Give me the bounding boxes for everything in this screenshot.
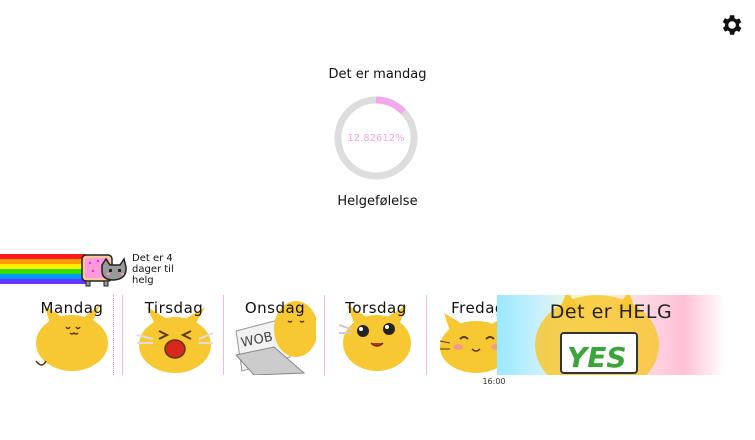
day-label: Mandag bbox=[40, 299, 104, 317]
weekend-tile[interactable]: YES Det er HELG bbox=[497, 295, 725, 375]
gear-icon[interactable] bbox=[718, 12, 744, 38]
day-label: Onsdag bbox=[244, 299, 306, 317]
day-divider bbox=[113, 295, 114, 375]
weekend-label: Det er HELG bbox=[549, 301, 673, 323]
day-tile-onsdag[interactable]: WOB Onsdag bbox=[234, 295, 316, 375]
progress-percent: 12.82612% bbox=[347, 132, 405, 144]
progress-caption: Helgefølelse bbox=[337, 194, 418, 209]
rainbow-trail bbox=[0, 254, 86, 284]
day-label: Tirsdag bbox=[144, 299, 204, 317]
time-marker: 16:00 bbox=[482, 377, 506, 386]
day-divider bbox=[122, 295, 123, 375]
day-divider bbox=[324, 295, 325, 375]
day-divider bbox=[426, 295, 427, 375]
nyan-cat-icon bbox=[81, 254, 127, 287]
day-divider bbox=[223, 295, 224, 375]
day-tile-mandag[interactable]: Mandag bbox=[32, 295, 112, 375]
day-tile-tirsdag[interactable]: Tirsdag bbox=[133, 295, 215, 375]
yes-sign: YES bbox=[567, 341, 627, 374]
today-heading: Det er mandag bbox=[328, 67, 427, 82]
day-label: Torsdag bbox=[345, 299, 407, 317]
day-tile-torsdag[interactable]: Torsdag bbox=[335, 295, 417, 375]
weekend-countdown: Det er 4 dager til helg bbox=[132, 253, 174, 286]
